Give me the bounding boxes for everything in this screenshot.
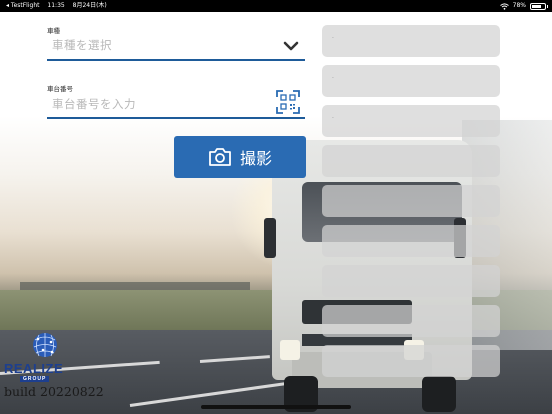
capture-button-label: 撮影 — [239, 149, 272, 168]
info-panel — [322, 225, 500, 257]
vehicle-number-underline — [47, 117, 305, 119]
vehicle-type-select[interactable]: 車種を選択 — [52, 37, 112, 53]
info-panel: . — [322, 25, 500, 57]
home-indicator[interactable] — [201, 405, 351, 409]
info-panel-label: . — [332, 113, 334, 120]
brand-name: REALIZE — [4, 361, 64, 376]
vehicle-type-label: 車種 — [47, 27, 60, 35]
info-panel: . — [322, 105, 500, 137]
qr-scan-icon[interactable] — [276, 90, 300, 114]
battery-icon — [530, 2, 548, 10]
info-panel-label: . — [332, 73, 334, 80]
status-time: 11:35 — [47, 2, 65, 9]
vehicle-type-underline — [47, 59, 305, 61]
camera-icon — [209, 148, 231, 166]
battery-level-fill — [532, 4, 542, 8]
truck-headlight — [280, 340, 300, 360]
status-bar: ◂ TestFlight 11:35 8月24日(木) 78% — [0, 0, 552, 12]
info-panel — [322, 265, 500, 297]
info-panel — [322, 145, 500, 177]
battery-percent: 78% — [512, 2, 526, 9]
wifi-icon — [499, 2, 509, 10]
chevron-down-icon[interactable] — [283, 38, 299, 54]
info-panel — [322, 345, 500, 377]
truck-mirror — [264, 218, 276, 258]
build-version: build 20220822 — [4, 384, 104, 399]
info-panel-label: . — [332, 33, 334, 40]
info-panel — [322, 305, 500, 337]
capture-button[interactable]: 撮影 — [174, 136, 306, 178]
status-app-back[interactable]: ◂ TestFlight — [6, 2, 39, 9]
status-date: 8月24日(木) — [72, 2, 107, 9]
brand-group: GROUP — [20, 376, 50, 382]
vehicle-number-input[interactable]: 車台番号を入力 — [52, 96, 136, 112]
truck-wheel — [422, 376, 456, 412]
battery-tip — [547, 4, 548, 8]
info-panel: . — [322, 65, 500, 97]
info-panel — [322, 185, 500, 217]
vehicle-number-label: 車台番号 — [47, 85, 73, 93]
